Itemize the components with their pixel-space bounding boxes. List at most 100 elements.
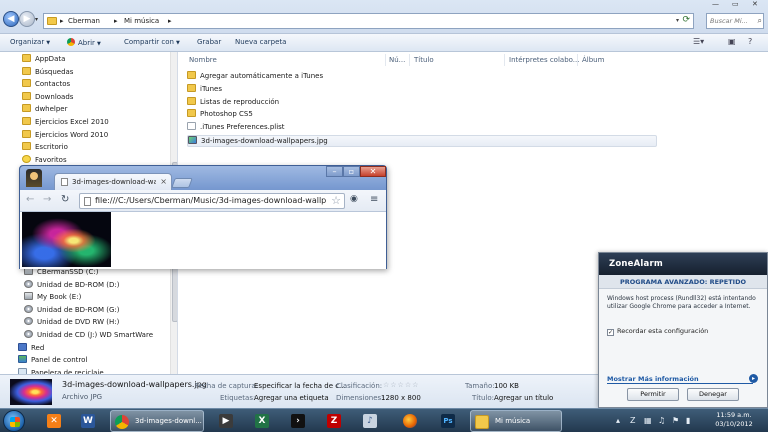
nav-item[interactable]: Búsquedas <box>22 66 74 79</box>
menu-icon[interactable]: ≡ <box>370 194 378 205</box>
back-button[interactable]: ◀ <box>3 11 19 27</box>
file-row[interactable]: .iTunes Preferences.plist <box>187 122 285 134</box>
help-icon[interactable]: ? <box>748 37 752 46</box>
column-header-artists[interactable]: Intérpretes colabo... <box>509 56 579 64</box>
wallpaper-image[interactable] <box>22 212 111 267</box>
url-input[interactable]: file:///C:/Users/Cberman/Music/3d-images… <box>79 193 345 209</box>
column-header-number[interactable]: Nú... <box>389 56 405 64</box>
minimize-icon[interactable]: – <box>326 166 343 177</box>
close-icon[interactable]: ✕ <box>752 0 758 11</box>
address-field[interactable]: ▸ Cberman ▸ Mi música ▸ ▾ ⟳ <box>43 13 694 29</box>
open-button[interactable]: Abrir ▼ <box>67 38 101 47</box>
nav-item[interactable]: Unidad de BD-ROM (G:) <box>24 304 119 317</box>
taskbar-filezilla[interactable]: Z <box>320 410 348 432</box>
more-info-link[interactable]: Mostrar Más información <box>607 375 699 383</box>
tags-value[interactable]: Agregar una etiqueta <box>254 394 329 402</box>
tray-volume-icon[interactable]: ♫ <box>658 416 665 425</box>
breadcrumb-item[interactable]: Mi música <box>124 17 159 25</box>
maximize-icon[interactable]: ▭ <box>732 0 739 11</box>
taskbar-itunes[interactable]: ♪ <box>356 410 384 432</box>
taskbar-xampp[interactable]: ✕ <box>40 410 68 432</box>
nav-item[interactable]: My Book (E:) <box>24 292 81 304</box>
forward-button[interactable]: ▶ <box>19 11 35 27</box>
search-input[interactable]: Buscar Mi... ⌕ <box>706 13 764 29</box>
maximize-icon[interactable]: ▫ <box>343 166 360 177</box>
taskbar-explorer[interactable]: Mi música <box>470 410 562 432</box>
refresh-icon[interactable]: ⟳ <box>682 15 690 25</box>
column-header-album[interactable]: Álbum <box>582 56 604 64</box>
start-button[interactable] <box>3 410 25 432</box>
date-value[interactable]: Especificar la fecha de c... <box>254 382 346 390</box>
minimize-icon[interactable]: — <box>712 0 719 11</box>
nav-item[interactable]: Unidad de CD (J:) WD SmartWare <box>24 330 153 342</box>
nav-item[interactable]: Ejercicios Word 2010 <box>22 129 108 142</box>
extension-eye-icon[interactable]: ◉ <box>350 194 358 204</box>
breadcrumb-separator-icon[interactable]: ▸ <box>60 17 64 25</box>
taskbar-excel[interactable]: X <box>248 410 276 432</box>
organize-button[interactable]: Organizar ▼ <box>10 38 50 46</box>
nav-item[interactable]: Unidad de DVD RW (H:) <box>24 317 119 329</box>
column-header-title[interactable]: Título <box>414 56 434 64</box>
taskbar-firefox[interactable] <box>396 410 424 432</box>
folder-icon <box>22 91 31 100</box>
tab-close-icon[interactable]: × <box>160 177 167 186</box>
taskbar-photoshop[interactable]: Ps <box>434 410 462 432</box>
file-row[interactable]: Listas de reproducción <box>187 96 279 109</box>
file-row[interactable]: Photoshop CS5 <box>187 109 253 121</box>
nav-item-label: Búsquedas <box>35 67 74 76</box>
remember-checkbox[interactable]: ✓ Recordar esta configuración <box>607 327 708 336</box>
allow-button[interactable]: Permitir <box>627 388 679 401</box>
taskbar-chrome[interactable]: 3d-images-downl... <box>110 410 204 432</box>
nav-item[interactable]: Red <box>18 342 44 355</box>
new-folder-button[interactable]: Nueva carpeta <box>235 38 286 46</box>
nav-item[interactable]: Panel de control <box>18 355 87 367</box>
view-options-icon[interactable]: ☰▾ <box>693 37 704 46</box>
expand-arrow-icon[interactable]: ▸ <box>749 374 758 383</box>
nav-item[interactable]: dwhelper <box>22 104 67 116</box>
column-header-name[interactable]: Nombre <box>189 56 217 64</box>
system-clock[interactable]: 11:59 a.m. 03/10/2012 <box>706 411 762 429</box>
back-arrow-icon[interactable]: ← <box>26 194 34 205</box>
breadcrumb-item[interactable]: Cberman <box>68 17 100 25</box>
bookmark-star-icon[interactable]: ☆ <box>331 194 341 207</box>
column-divider[interactable] <box>504 54 505 66</box>
reload-icon[interactable]: ↻ <box>61 194 69 205</box>
control-panel-icon <box>18 355 27 364</box>
profile-avatar-icon[interactable] <box>26 169 42 187</box>
tray-flag-icon[interactable]: ⚑ <box>672 416 679 425</box>
tray-network-icon[interactable]: ▦ <box>644 416 652 425</box>
column-divider[interactable] <box>409 54 410 66</box>
breadcrumb-separator-icon[interactable]: ▸ <box>114 17 118 25</box>
nav-item[interactable]: Downloads <box>22 91 73 104</box>
tray-arrow-icon[interactable]: ▴ <box>616 416 620 425</box>
forward-arrow-icon[interactable]: → <box>43 194 51 205</box>
tray-battery-icon[interactable]: ▮ <box>686 416 690 425</box>
nav-item[interactable]: Contactos <box>22 79 70 91</box>
taskbar-media-player[interactable]: ▶ <box>212 410 240 432</box>
rating-stars-icon[interactable]: ☆☆☆☆☆ <box>383 381 419 389</box>
taskbar-terminal[interactable]: › <box>284 410 312 432</box>
file-row[interactable]: Agregar automáticamente a iTunes <box>187 71 323 83</box>
browser-tab[interactable]: 3d-images-download-wall × <box>54 173 172 190</box>
title-value[interactable]: Agregar un título <box>494 394 553 402</box>
column-divider[interactable] <box>577 54 578 66</box>
breadcrumb-separator-icon[interactable]: ▸ <box>168 17 172 25</box>
file-row[interactable]: iTunes <box>187 83 222 96</box>
preview-pane-icon[interactable]: ▣ <box>728 37 736 46</box>
checkbox-checked-icon[interactable]: ✓ <box>607 329 614 336</box>
new-tab-button[interactable] <box>171 178 193 188</box>
recent-pages-dropdown[interactable]: ▾ <box>35 16 38 23</box>
tray-zonealarm-icon[interactable]: Z <box>630 416 635 425</box>
share-button[interactable]: Compartir con ▼ <box>124 38 180 46</box>
address-dropdown-icon[interactable]: ▾ <box>676 17 679 24</box>
nav-item[interactable]: Unidad de BD-ROM (D:) <box>24 279 119 292</box>
nav-item[interactable]: AppData <box>22 54 65 66</box>
nav-item[interactable]: Escritorio <box>22 142 68 154</box>
close-icon[interactable]: ✕ <box>360 166 386 177</box>
column-divider[interactable] <box>385 54 386 66</box>
nav-item[interactable]: Ejercicios Excel 2010 <box>22 117 109 129</box>
taskbar-word[interactable]: W <box>74 410 102 432</box>
file-row[interactable]: 3d-images-download-wallpapers.jpg <box>187 135 657 147</box>
burn-button[interactable]: Grabar <box>197 38 221 46</box>
deny-button[interactable]: Denegar <box>687 388 739 401</box>
